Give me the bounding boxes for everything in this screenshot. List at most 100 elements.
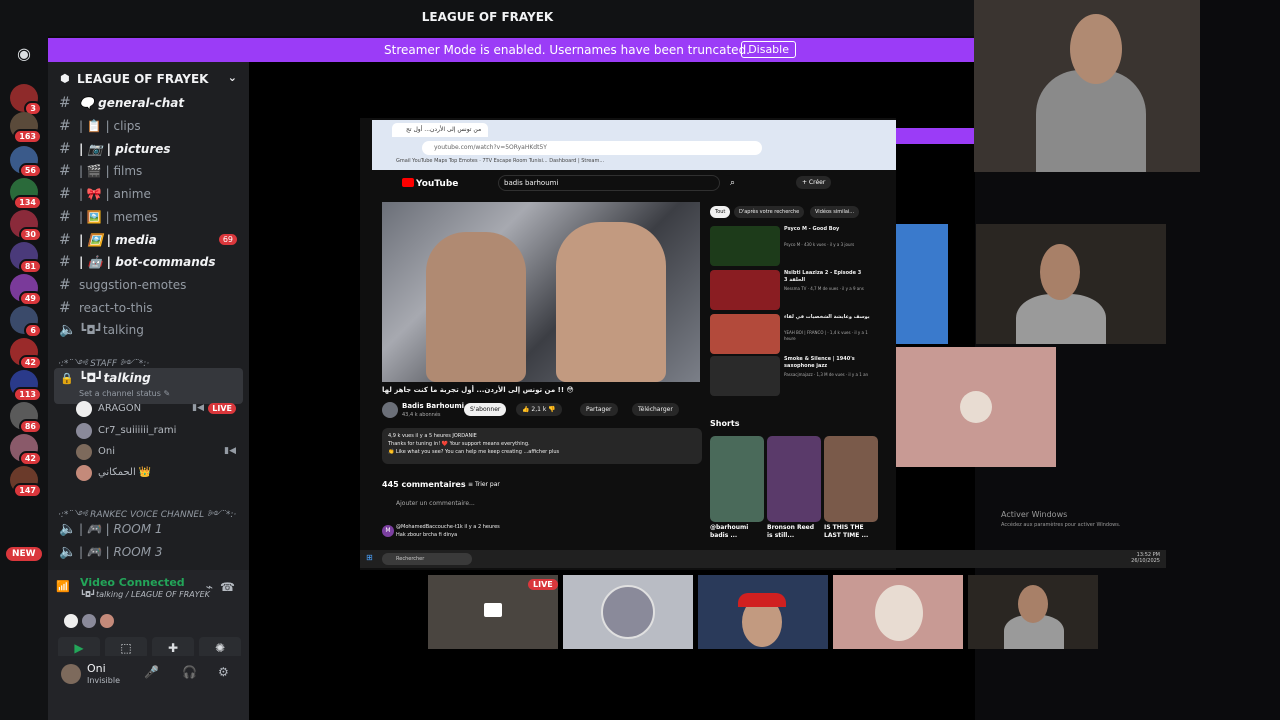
avatar-tile[interactable] <box>563 575 693 649</box>
channel-avatar[interactable] <box>382 402 398 418</box>
recommendation[interactable]: يوسف وعايشة الشخصيات في لقاء YEAH BOI | … <box>710 314 886 354</box>
chip-all[interactable]: Tout <box>710 206 731 218</box>
channel-talking[interactable]: 🔈 ┗◘┛talking <box>54 319 242 341</box>
server-guide-icon: ⬢ <box>60 72 70 85</box>
voice-channel-talking-selected[interactable]: 🔒 ┗◘┛talking Set a channel status ✎ <box>54 368 243 404</box>
server-icon[interactable]: 113 <box>10 370 42 402</box>
discord-logo-icon[interactable]: ◉ <box>12 44 36 63</box>
headphones-icon[interactable]: 🎧 <box>182 665 197 679</box>
channel-label: | 📋 | clips <box>79 119 141 133</box>
channel-anime[interactable]: # | 🎀 | anime <box>54 183 242 205</box>
add-comment-input[interactable]: Ajouter un commentaire... <box>396 500 475 507</box>
thumbnail <box>710 356 780 396</box>
taskbar-search[interactable]: Rechercher <box>382 553 472 565</box>
chip-related[interactable]: Vidéos similai... <box>810 206 860 218</box>
voice-channel-room-1[interactable]: 🔈 | 🎮 | ROOM 1 <box>54 518 242 540</box>
server-icon[interactable]: 3 <box>10 84 42 116</box>
address-bar[interactable]: youtube.com/watch?v=5ORyaHKdt5Y <box>422 141 762 155</box>
server-icon[interactable]: 30 <box>10 210 42 242</box>
person <box>738 593 786 607</box>
recommendation[interactable]: Psyco M - Good Boy Psyco M · 430 k vues … <box>710 226 886 266</box>
disable-button[interactable]: Disable <box>741 41 796 58</box>
channel-status[interactable]: Set a channel status ✎ <box>79 389 170 398</box>
server-icon[interactable]: 163 <box>10 112 42 144</box>
search-icon[interactable]: ⌕ <box>730 178 735 188</box>
server-header[interactable]: ⬢ LEAGUE OF FRAYEK ⌄ <box>48 62 249 94</box>
webcam-tile[interactable] <box>698 575 828 649</box>
server-icon[interactable]: 86 <box>10 402 42 434</box>
channel-react-to-this[interactable]: # react-to-this <box>54 297 242 319</box>
channel-suggstion-emotes[interactable]: # suggstion-emotes <box>54 274 242 296</box>
webcam-tile[interactable] <box>896 224 948 344</box>
user-name: Cr7_suiiiiii_rami <box>98 425 177 436</box>
avatar[interactable] <box>61 664 81 684</box>
screen-share[interactable]: من تونس إلى الأردن... أول تج youtube.com… <box>360 118 896 570</box>
channel-films[interactable]: # | 🎬 | films <box>54 160 242 182</box>
chevron-down-icon: ⌄ <box>227 71 237 84</box>
shorts-heading: Shorts <box>710 419 740 428</box>
recommendation[interactable]: Nsibti Laaziza 2 - Episode 3 الحلقة 3 Ne… <box>710 270 886 310</box>
server-icon[interactable]: 81 <box>10 242 42 274</box>
youtube-logo[interactable]: YouTube <box>402 178 458 189</box>
like-button[interactable]: 👍 2,1 k 👎 <box>516 403 562 416</box>
mention-badge: 56 <box>18 163 42 178</box>
user-name: Oni <box>98 446 115 457</box>
short-thumbnail[interactable] <box>767 436 821 522</box>
microphone-icon[interactable]: 🎤 <box>144 665 159 679</box>
stream-banner-fragment <box>896 128 974 144</box>
sort-button[interactable]: ≡ Trier par <box>468 481 500 488</box>
browser-tab[interactable]: من تونس إلى الأردن... أول تج <box>392 123 488 137</box>
disconnect-icon[interactable]: ☎ <box>220 580 235 594</box>
recommendation[interactable]: Smoke & Silence | 1940's saxophone jazz … <box>710 356 886 396</box>
channel-media[interactable]: # | 🖼️ | media 69 <box>54 229 242 251</box>
channel-name[interactable]: Badis Barhoumi <box>402 402 464 410</box>
channel-pictures[interactable]: # | 📷 | pictures <box>54 138 242 160</box>
create-button[interactable]: + Créer <box>796 176 832 189</box>
channel-row: Badis Barhoumi 43,4 k abonnés S'abonner … <box>382 400 702 422</box>
mention-badge: 147 <box>13 483 42 498</box>
avatar <box>76 401 92 417</box>
chip-recommended[interactable]: D'après votre recherche <box>734 206 805 218</box>
video-description[interactable]: 4,9 k vues il y a 5 heures JORDANIE Than… <box>382 428 702 464</box>
short-thumbnail[interactable] <box>710 436 764 522</box>
avatar-tile[interactable] <box>833 575 963 649</box>
server-icon[interactable]: 42 <box>10 434 42 466</box>
channel-sidebar: ⬢ LEAGUE OF FRAYEK ⌄ # 🗨️ general-chat # |… <box>48 62 249 720</box>
avatar-tile[interactable] <box>896 347 1056 467</box>
windows-start-icon[interactable]: ⊞ <box>366 553 373 562</box>
server-icon[interactable]: 42 <box>10 338 42 370</box>
youtube-search-input[interactable]: badis barhoumi <box>498 175 720 191</box>
recommendation-meta: Passacjmajazz · 1,3 M de vues · il y a 1… <box>784 372 869 377</box>
voice-channel-room-3[interactable]: 🔈 | 🎮 | ROOM 3 <box>54 541 242 563</box>
channel-general-chat[interactable]: # 🗨️ general-chat <box>54 92 242 114</box>
webcam-tile[interactable] <box>968 575 1098 649</box>
short-thumbnail[interactable] <box>824 436 878 522</box>
activate-windows-watermark: Activer Windows Accédez aux paramètres p… <box>1001 510 1120 528</box>
webcam-tile[interactable] <box>976 224 1166 344</box>
channel-bot-commands[interactable]: # | 🤖 | bot-commands <box>54 251 242 273</box>
mention-badge: 163 <box>13 129 42 144</box>
server-icon[interactable]: 49 <box>10 274 42 306</box>
server-icon[interactable]: 6 <box>10 306 42 338</box>
server-icon[interactable]: 147 <box>10 466 42 498</box>
hash-icon: # <box>59 141 71 157</box>
voice-status[interactable]: Video Connected <box>80 576 185 589</box>
webcam-tile[interactable] <box>974 0 1200 172</box>
video-player[interactable] <box>382 202 700 382</box>
subscribe-button[interactable]: S'abonner <box>464 403 507 416</box>
short-title: Bronson Reed is still... <box>767 524 815 539</box>
download-button[interactable]: Télécharger <box>632 403 679 416</box>
channel-memes[interactable]: # | 🖼️ | memes <box>54 206 242 228</box>
voice-user[interactable]: Oni ▮◀ <box>76 443 242 463</box>
gear-icon[interactable]: ⚙ <box>218 665 229 679</box>
comment-author[interactable]: @MohamedBaccouche-t1k il y a 2 heures <box>396 523 500 531</box>
channel-clips[interactable]: # | 📋 | clips <box>54 115 242 137</box>
voice-user[interactable]: ARAGON ▮◀ LIVE <box>76 400 242 420</box>
server-icon[interactable]: 134 <box>10 178 42 210</box>
voice-user[interactable]: Cr7_suiiiiii_rami <box>76 422 242 442</box>
noise-suppression-icon[interactable]: ⌁ <box>206 580 213 594</box>
bookmarks-bar[interactable]: Gmail YouTube Maps Top Emotes · 7TV Esca… <box>396 158 604 164</box>
voice-user[interactable]: الحمكاني 👑 <box>76 464 242 484</box>
share-button[interactable]: Partager <box>580 403 618 416</box>
server-icon[interactable]: 56 <box>10 146 42 178</box>
